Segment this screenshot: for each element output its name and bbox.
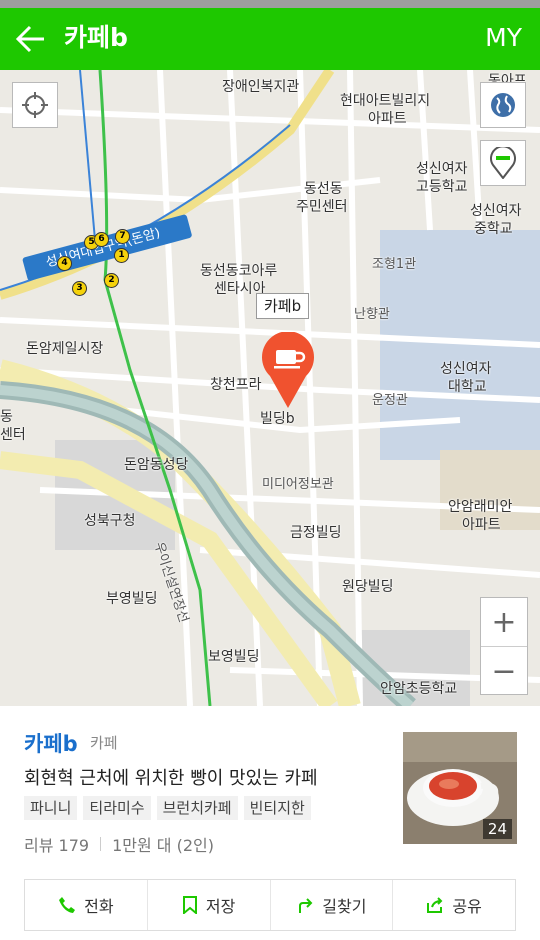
directions-button[interactable]: 길찾기 [271,880,394,930]
tag[interactable]: 티라미수 [83,796,151,820]
map-label: 난향관 [354,307,390,322]
map-label: 동 [0,409,13,425]
map-label: 동선동코아루 [200,263,278,279]
current-location-button[interactable] [12,82,58,128]
tag-list: 파니니 티라미수 브런치카페 빈티지한 [24,796,311,820]
map-label: 현대아트빌리지 [340,93,431,109]
place-photo[interactable]: 24 [403,732,517,844]
divider [100,837,102,851]
save-button[interactable]: 저장 [148,880,271,930]
map-label: 주민센터 [296,199,348,215]
map-label: 대학교 [448,379,487,395]
zoom-out-button[interactable]: − [481,647,527,695]
tag[interactable]: 브런치카페 [156,796,238,820]
directions-icon [299,898,313,913]
map-label: 부영빌딩 [106,591,158,607]
map-label: 성신여자 [470,203,522,219]
place-name[interactable]: 카페b [24,728,78,758]
map-view[interactable]: 장애인복지관 현대아트빌리지 아파트 동아프 성신여자 고등학교 성신여자 중학… [0,70,540,706]
phone-icon [59,897,76,913]
map-label: 성신여자 [440,361,492,377]
subway-exit: 6 [94,232,109,247]
status-bar [0,0,540,8]
map-label: 아파트 [368,111,407,127]
map-label: 장애인복지관 [222,79,300,95]
map-label: 미디어정보관 [262,477,334,492]
map-label: 성신여자 [416,161,468,177]
subway-exit: 7 [115,229,130,244]
tag[interactable]: 파니니 [24,796,78,820]
map-label: 안암래미안 [448,499,513,515]
map-label: 안암초등학교 [380,681,458,697]
map-label: 고등학교 [416,179,468,195]
pin-icon [490,147,516,179]
map-label: 빌딩b [260,411,295,427]
map-label: 성북구청 [84,513,136,529]
share-icon [427,897,443,913]
place-pin-button[interactable] [480,140,526,186]
call-button[interactable]: 전화 [25,880,148,930]
map-label: 아파트 [462,517,501,533]
page-title: 카페b [64,23,128,52]
globe-icon [491,93,515,117]
map-label: 보영빌딩 [208,649,260,665]
map-label: 원당빌딩 [342,579,394,595]
map-label: 중학교 [474,221,513,237]
app-header: 카페b MY [0,8,540,70]
action-bar: 전화 저장 길찾기 공유 [24,879,516,931]
share-button[interactable]: 공유 [393,880,515,930]
map-type-button[interactable] [480,82,526,128]
zoom-control: + − [480,597,528,695]
map-label: 운정관 [372,393,408,408]
save-label: 저장 [205,897,236,916]
zoom-in-button[interactable]: + [481,598,527,647]
bookmark-icon [182,896,197,914]
review-count[interactable]: 리뷰 179 [24,832,89,856]
place-description: 회현혁 근처에 위치한 빵이 맛있는 카페 [24,768,318,789]
map-label: 돈암제일시장 [26,341,104,357]
my-button[interactable]: MY [485,21,522,55]
map-label: 조형1관 [372,257,417,272]
call-label: 전화 [84,897,114,916]
back-arrow-icon[interactable] [14,22,48,56]
directions-label: 길찾기 [322,897,367,916]
place-info-panel[interactable]: 카페b 카페 회현혁 근처에 위치한 빵이 맛있는 카페 파니니 티라미수 브런… [0,706,540,940]
marker-callout[interactable]: 카페b [256,293,310,319]
price-range: 1만원 대 (2인) [112,836,214,855]
place-meta: 리뷰 179 1만원 대 (2인) [24,832,214,856]
subway-exit: 1 [114,248,129,263]
subway-exit: 3 [72,281,87,296]
map-label: 동선동 [304,181,343,197]
map-label: 창천프라 [210,377,262,393]
subway-exit: 2 [104,273,119,288]
map-label: 센터 [0,427,26,443]
tag[interactable]: 빈티지한 [243,796,311,820]
map-label: 돈암동성당 [124,457,189,473]
share-label: 공유 [452,897,482,916]
cafe-marker-icon[interactable] [258,332,318,412]
place-category: 카페 [90,734,118,752]
subway-exit: 4 [57,256,72,271]
crosshair-icon [22,92,48,118]
photo-count: 24 [482,819,512,839]
map-label: 금정빌딩 [290,525,342,541]
